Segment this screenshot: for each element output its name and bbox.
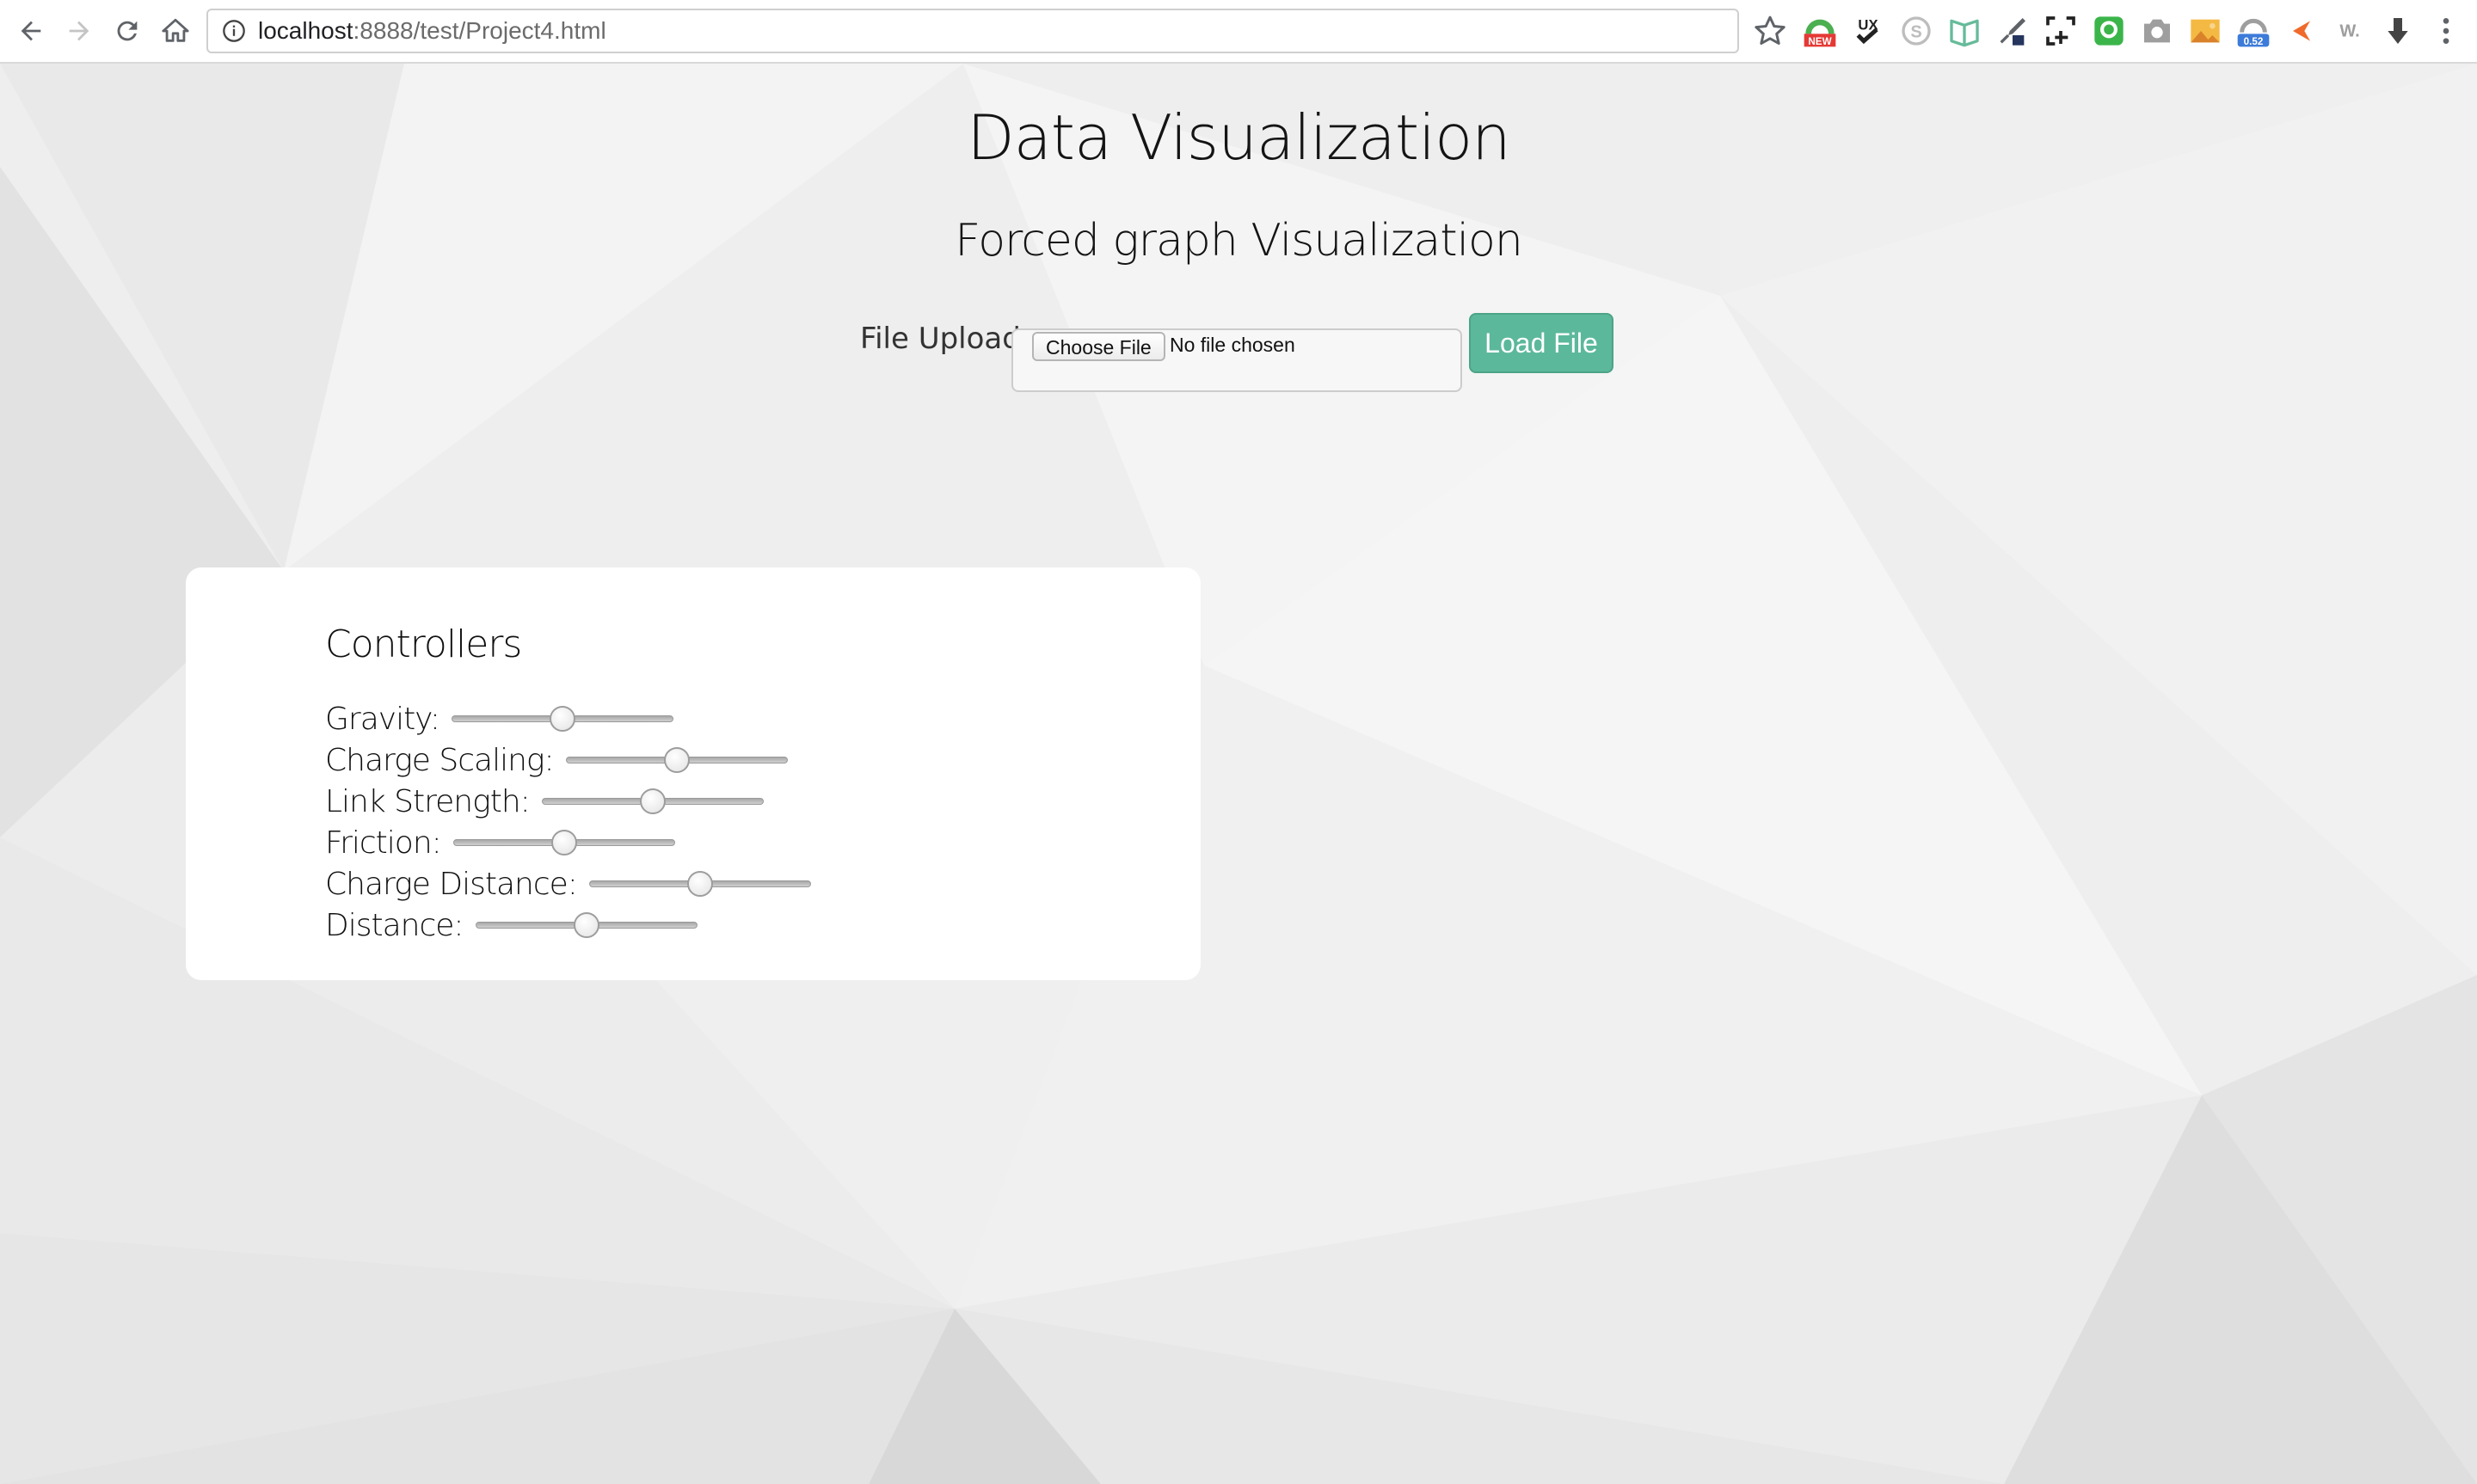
distance-label: Distance: [325,907,464,943]
page-subtitle: Forced graph Visualization [955,215,1523,267]
screenshot-crop-icon[interactable] [2040,10,2081,52]
page-title: Data Visualization [967,101,1511,174]
back-arrow-icon [21,21,41,41]
friction-label: Friction: [325,825,442,861]
reload-button[interactable] [108,12,146,50]
charge-distance-slider[interactable] [588,868,811,899]
charge-distance-label: Charge Distance: [325,866,578,902]
file-status-text: No file chosen [1170,334,1295,356]
controllers-title: Controllers [325,622,522,666]
controllers-panel: Controllers Gravity: Charge Scaling: Lin… [186,567,1201,980]
image-icon[interactable] [2185,10,2226,52]
back-button[interactable] [12,12,50,50]
address-bar[interactable]: localhost:8888/test/Project4.html [206,9,1739,53]
load-file-button[interactable]: Load File [1469,313,1613,373]
w-dot-icon[interactable]: W. [2329,10,2370,52]
forward-button[interactable] [60,12,98,50]
svg-text:NEW: NEW [1808,36,1831,47]
download-arrow-icon[interactable] [2377,10,2419,52]
book-icon[interactable] [1944,10,1985,52]
extension-new-badge-icon[interactable]: NEW [1799,10,1841,52]
ux-check-icon[interactable]: UX [1847,10,1889,52]
svg-text:0.52: 0.52 [2244,36,2264,47]
slider-thumb[interactable] [573,912,599,938]
camera-icon[interactable] [2136,10,2178,52]
charge-distance-row: Charge Distance: [325,863,811,905]
file-upload-label: File Upload: [860,322,1031,356]
home-icon [162,18,189,42]
friction-row: Friction: [325,822,675,863]
gravity-slider[interactable] [452,703,673,734]
charge-scaling-row: Charge Scaling: [325,739,788,781]
orange-arrow-icon[interactable] [2281,10,2322,52]
skype-icon[interactable]: S [1896,10,1937,52]
svg-text:S: S [1910,23,1921,42]
home-button[interactable] [157,12,194,50]
green-chat-icon[interactable] [2088,10,2130,52]
slider-thumb[interactable] [550,706,575,732]
gravity-label: Gravity: [325,701,440,737]
url-host: localhost [258,17,353,44]
file-input[interactable]: Choose File No file chosen [1011,328,1462,392]
link-strength-label: Link Strength: [325,783,531,819]
distance-slider[interactable] [475,910,698,941]
slider-thumb[interactable] [639,788,666,814]
distance-row: Distance: [325,905,698,946]
charge-scaling-label: Charge Scaling: [325,742,555,778]
url-path: :8888/test/Project4.html [353,17,606,44]
choose-file-button[interactable]: Choose File [1032,332,1165,361]
friction-slider[interactable] [452,827,675,858]
svg-text:W.: W. [2339,22,2359,41]
page-content: Data Visualization Forced graph Visualiz… [0,64,2477,1484]
kebab-menu-icon[interactable] [2425,10,2467,52]
gravity-row: Gravity: [325,698,673,739]
forward-arrow-icon [69,21,89,41]
browser-toolbar: localhost:8888/test/Project4.html NEW UX… [0,0,2477,64]
bookmark-star-icon[interactable] [1749,10,1791,52]
slider-thumb[interactable] [550,830,577,855]
charge-scaling-slider[interactable] [565,745,788,776]
eyedropper-icon[interactable] [1992,10,2033,52]
url-text: localhost:8888/test/Project4.html [258,17,606,45]
reload-icon [117,21,138,41]
slider-thumb[interactable] [663,747,690,773]
slider-thumb[interactable] [686,871,713,897]
link-strength-slider[interactable] [541,786,764,817]
link-strength-row: Link Strength: [325,781,764,822]
info-icon[interactable] [222,19,246,43]
speed-gauge-icon[interactable]: 0.52 [2233,10,2274,52]
